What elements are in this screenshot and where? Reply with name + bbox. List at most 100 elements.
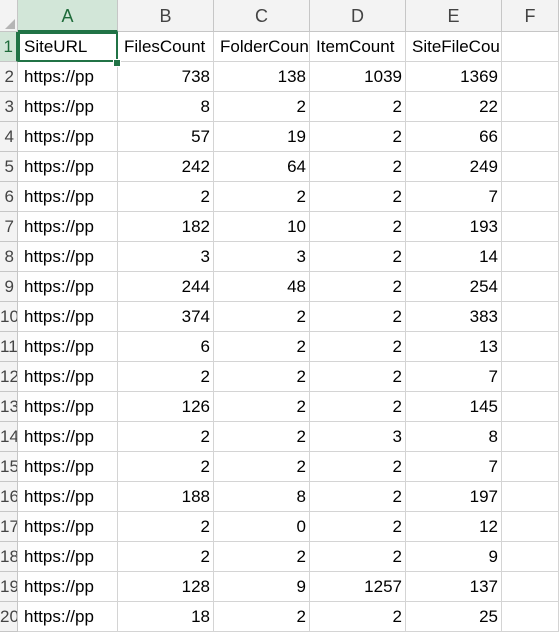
row-header-17[interactable]: 17 xyxy=(0,512,18,542)
cell-a6[interactable]: https://pp xyxy=(18,182,118,212)
column-header-b[interactable]: B xyxy=(118,0,214,32)
cell-e19[interactable]: 137 xyxy=(406,572,502,602)
cell-d13[interactable]: 2 xyxy=(310,392,406,422)
cell-a13[interactable]: https://pp xyxy=(18,392,118,422)
cell-f15[interactable] xyxy=(502,452,559,482)
cell-a11[interactable]: https://pp xyxy=(18,332,118,362)
cell-d3[interactable]: 2 xyxy=(310,92,406,122)
cell-f12[interactable] xyxy=(502,362,559,392)
cell-e11[interactable]: 13 xyxy=(406,332,502,362)
cell-b10[interactable]: 374 xyxy=(118,302,214,332)
cell-a20[interactable]: https://pp xyxy=(18,602,118,632)
row-header-12[interactable]: 12 xyxy=(0,362,18,392)
column-header-c[interactable]: C xyxy=(214,0,310,32)
cell-e15[interactable]: 7 xyxy=(406,452,502,482)
cell-e13[interactable]: 145 xyxy=(406,392,502,422)
cell-b18[interactable]: 2 xyxy=(118,542,214,572)
select-all-corner[interactable] xyxy=(0,0,18,32)
cell-e3[interactable]: 22 xyxy=(406,92,502,122)
cell-f13[interactable] xyxy=(502,392,559,422)
cell-c2[interactable]: 138 xyxy=(214,62,310,92)
cell-b12[interactable]: 2 xyxy=(118,362,214,392)
cell-f5[interactable] xyxy=(502,152,559,182)
cell-b14[interactable]: 2 xyxy=(118,422,214,452)
cell-e4[interactable]: 66 xyxy=(406,122,502,152)
cell-a1[interactable]: SiteURL xyxy=(18,32,118,62)
cell-e20[interactable]: 25 xyxy=(406,602,502,632)
cell-e8[interactable]: 14 xyxy=(406,242,502,272)
cell-d7[interactable]: 2 xyxy=(310,212,406,242)
row-header-5[interactable]: 5 xyxy=(0,152,18,182)
cell-b3[interactable]: 8 xyxy=(118,92,214,122)
cell-f8[interactable] xyxy=(502,242,559,272)
cell-e6[interactable]: 7 xyxy=(406,182,502,212)
row-header-8[interactable]: 8 xyxy=(0,242,18,272)
cell-d16[interactable]: 2 xyxy=(310,482,406,512)
cell-c8[interactable]: 3 xyxy=(214,242,310,272)
cell-e18[interactable]: 9 xyxy=(406,542,502,572)
cell-b1[interactable]: FilesCount xyxy=(118,32,214,62)
cell-c5[interactable]: 64 xyxy=(214,152,310,182)
cell-c14[interactable]: 2 xyxy=(214,422,310,452)
cell-a19[interactable]: https://pp xyxy=(18,572,118,602)
cell-d8[interactable]: 2 xyxy=(310,242,406,272)
row-header-20[interactable]: 20 xyxy=(0,602,18,632)
cell-c17[interactable]: 0 xyxy=(214,512,310,542)
cell-f16[interactable] xyxy=(502,482,559,512)
cell-b6[interactable]: 2 xyxy=(118,182,214,212)
cell-d15[interactable]: 2 xyxy=(310,452,406,482)
column-header-a[interactable]: A xyxy=(18,0,118,32)
cell-f7[interactable] xyxy=(502,212,559,242)
cell-c10[interactable]: 2 xyxy=(214,302,310,332)
cell-e5[interactable]: 249 xyxy=(406,152,502,182)
row-header-16[interactable]: 16 xyxy=(0,482,18,512)
cell-c1[interactable]: FolderCount xyxy=(214,32,310,62)
cell-f17[interactable] xyxy=(502,512,559,542)
cell-d9[interactable]: 2 xyxy=(310,272,406,302)
column-header-f[interactable]: F xyxy=(502,0,559,32)
row-header-13[interactable]: 13 xyxy=(0,392,18,422)
cell-c16[interactable]: 8 xyxy=(214,482,310,512)
row-header-18[interactable]: 18 xyxy=(0,542,18,572)
cell-f19[interactable] xyxy=(502,572,559,602)
row-header-3[interactable]: 3 xyxy=(0,92,18,122)
cell-a10[interactable]: https://pp xyxy=(18,302,118,332)
row-header-4[interactable]: 4 xyxy=(0,122,18,152)
cell-f20[interactable] xyxy=(502,602,559,632)
cell-c18[interactable]: 2 xyxy=(214,542,310,572)
cell-b2[interactable]: 738 xyxy=(118,62,214,92)
cell-c11[interactable]: 2 xyxy=(214,332,310,362)
cell-c12[interactable]: 2 xyxy=(214,362,310,392)
cell-e14[interactable]: 8 xyxy=(406,422,502,452)
cell-a3[interactable]: https://pp xyxy=(18,92,118,122)
cell-b17[interactable]: 2 xyxy=(118,512,214,542)
row-header-14[interactable]: 14 xyxy=(0,422,18,452)
cell-e9[interactable]: 254 xyxy=(406,272,502,302)
cell-f9[interactable] xyxy=(502,272,559,302)
cell-a17[interactable]: https://pp xyxy=(18,512,118,542)
cell-f14[interactable] xyxy=(502,422,559,452)
cell-e16[interactable]: 197 xyxy=(406,482,502,512)
row-header-2[interactable]: 2 xyxy=(0,62,18,92)
cell-d12[interactable]: 2 xyxy=(310,362,406,392)
cell-b19[interactable]: 128 xyxy=(118,572,214,602)
cell-a9[interactable]: https://pp xyxy=(18,272,118,302)
cell-f11[interactable] xyxy=(502,332,559,362)
cell-f4[interactable] xyxy=(502,122,559,152)
cell-f2[interactable] xyxy=(502,62,559,92)
cell-d20[interactable]: 2 xyxy=(310,602,406,632)
cell-b11[interactable]: 6 xyxy=(118,332,214,362)
cell-e1[interactable]: SiteFileCount xyxy=(406,32,502,62)
cell-d10[interactable]: 2 xyxy=(310,302,406,332)
cell-c13[interactable]: 2 xyxy=(214,392,310,422)
cell-c3[interactable]: 2 xyxy=(214,92,310,122)
cell-d4[interactable]: 2 xyxy=(310,122,406,152)
column-header-d[interactable]: D xyxy=(310,0,406,32)
row-header-15[interactable]: 15 xyxy=(0,452,18,482)
cell-b8[interactable]: 3 xyxy=(118,242,214,272)
cell-d18[interactable]: 2 xyxy=(310,542,406,572)
cell-a2[interactable]: https://pp xyxy=(18,62,118,92)
column-header-e[interactable]: E xyxy=(406,0,502,32)
fill-handle[interactable] xyxy=(113,59,121,67)
cell-a18[interactable]: https://pp xyxy=(18,542,118,572)
